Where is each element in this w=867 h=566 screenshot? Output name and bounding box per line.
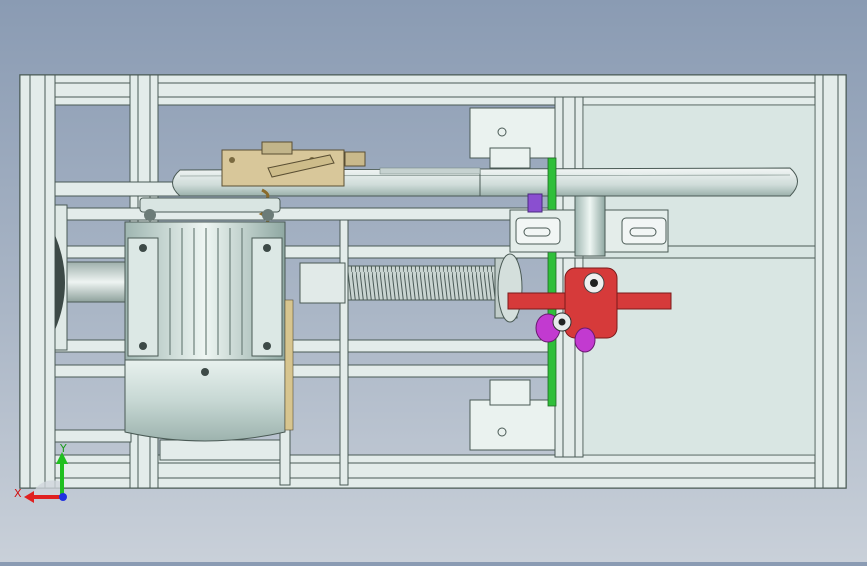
left-bearing [54,204,128,351]
right-panel [582,104,816,456]
assembly-drawing: Y X [14,74,847,503]
lead-screw [299,253,523,323]
y-axis-label: Y [59,442,67,455]
electric-motor [124,197,294,442]
green-guide-rod [547,157,557,407]
z-axis-dot [59,493,67,501]
motor-shaft [66,261,128,303]
x-axis-head [24,491,34,503]
x-axis-label: X [14,487,22,500]
cad-viewport[interactable]: Y X [0,0,867,562]
